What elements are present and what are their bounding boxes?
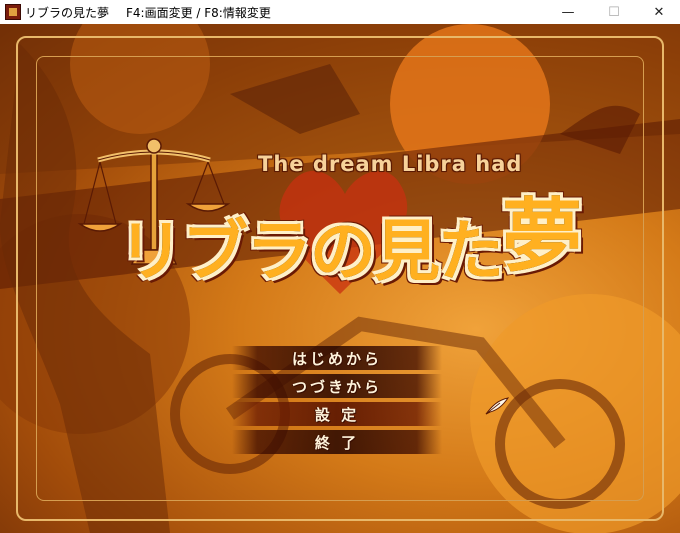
- game-subtitle: The dream Libra had: [258, 152, 523, 176]
- quill-pen-icon: [485, 397, 510, 415]
- minimize-button[interactable]: —: [545, 0, 591, 24]
- logo-last-char: 夢: [502, 190, 582, 283]
- key-hint: F4:画面変更 / F8:情報変更: [126, 6, 271, 20]
- app-icon: [5, 4, 21, 20]
- menu-settings[interactable]: 設 定: [232, 402, 442, 426]
- title-menu: はじめから つづきから 設 定 終 了: [232, 346, 442, 458]
- menu-continue[interactable]: つづきから: [232, 374, 442, 398]
- logo-main-text: リブラの見た: [118, 213, 504, 290]
- game-logo-title: リブラの見た夢: [118, 182, 582, 298]
- menu-quit[interactable]: 終 了: [232, 430, 442, 454]
- game-screen[interactable]: The dream Libra had リブラの見た夢 はじめから つづきから …: [0, 24, 680, 533]
- window-title: リブラの見た夢: [25, 6, 110, 20]
- close-button[interactable]: ✕: [636, 0, 680, 24]
- maximize-button[interactable]: ☐: [591, 0, 637, 24]
- menu-new-game[interactable]: はじめから: [232, 346, 442, 370]
- window-titlebar: リブラの見た夢 F4:画面変更 / F8:情報変更 — ☐ ✕: [0, 0, 680, 25]
